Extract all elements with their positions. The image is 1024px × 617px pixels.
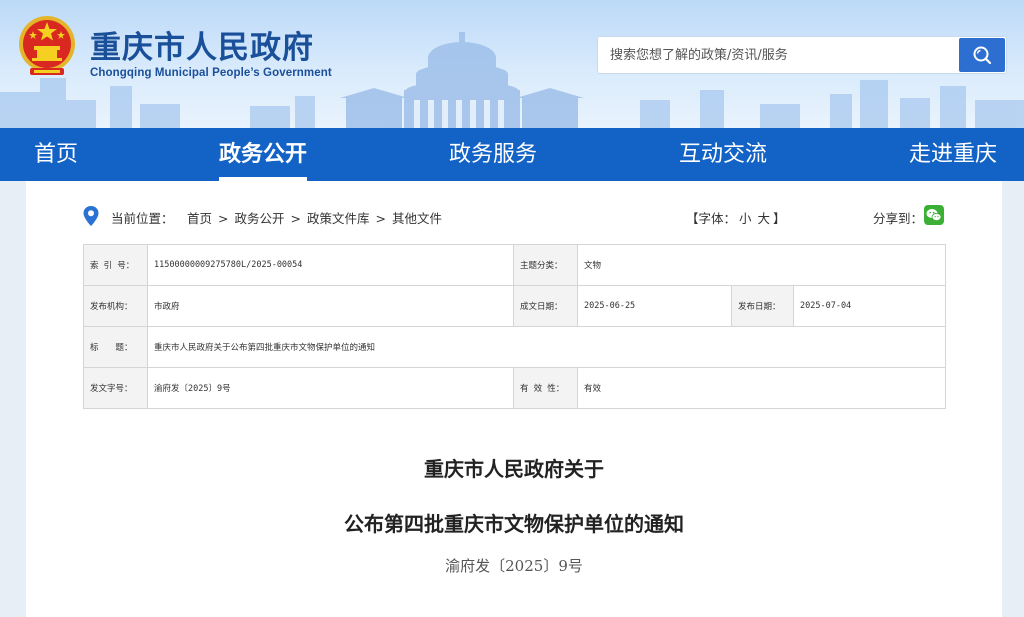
breadcrumb: 当前位置： 首页 > 政务公开 > 政策文件库 > 其他文件 【字体：小大】 分享到： bbox=[83, 205, 946, 227]
meta-index-label: 索 引 号： bbox=[83, 244, 148, 286]
table-row: 索 引 号： 11500000009275780L/2025-00054 主题分… bbox=[83, 244, 946, 286]
breadcrumb-items: 首页 > 政务公开 > 政策文件库 > 其他文件 bbox=[187, 208, 442, 227]
meta-topic-value: 文物 bbox=[577, 244, 946, 286]
font-size-large-button[interactable]: 大 bbox=[758, 211, 771, 226]
nav-item-about-chongqing[interactable]: 走进重庆 bbox=[909, 128, 997, 181]
search-button[interactable] bbox=[959, 38, 1005, 72]
meta-written-date-value: 2025-06-25 bbox=[577, 285, 732, 327]
wechat-share-icon[interactable] bbox=[924, 205, 944, 225]
nav-item-home[interactable]: 首页 bbox=[34, 128, 78, 181]
meta-topic-label: 主题分类： bbox=[513, 244, 578, 286]
meta-validity-value: 有效 bbox=[577, 367, 946, 409]
font-size-control: 【字体：小大】 bbox=[686, 208, 786, 227]
meta-published-date-value: 2025-07-04 bbox=[793, 285, 946, 327]
font-size-small-button[interactable]: 小 bbox=[739, 211, 752, 226]
search-box bbox=[597, 36, 1007, 74]
search-icon bbox=[973, 46, 992, 65]
meta-doc-number-label: 发文字号： bbox=[83, 367, 148, 409]
main-nav: 首页 政务公开 政务服务 互动交流 走进重庆 bbox=[0, 128, 1024, 181]
breadcrumb-item-other-documents[interactable]: 其他文件 bbox=[392, 211, 442, 226]
meta-issuer-value: 市政府 bbox=[147, 285, 514, 327]
font-size-prefix: 【字体： bbox=[686, 211, 737, 226]
meta-written-date-label: 成文日期： bbox=[513, 285, 578, 327]
site-subtitle: Chongqing Municipal People’s Government bbox=[90, 67, 332, 79]
table-row: 发文字号： 渝府发〔2025〕9号 有 效 性： 有效 bbox=[83, 367, 946, 409]
meta-title-value: 重庆市人民政府关于公布第四批重庆市文物保护单位的通知 bbox=[147, 326, 946, 368]
meta-validity-label: 有 效 性： bbox=[513, 367, 578, 409]
nav-item-gov-affairs-open[interactable]: 政务公开 bbox=[219, 128, 308, 181]
location-pin-icon bbox=[83, 206, 99, 226]
meta-issuer-label: 发布机构： bbox=[83, 285, 148, 327]
search-input[interactable] bbox=[598, 37, 958, 73]
breadcrumb-separator: > bbox=[290, 211, 301, 226]
document-title-line1: 重庆市人民政府关于 bbox=[424, 457, 604, 481]
breadcrumb-item-gov-affairs-open[interactable]: 政务公开 bbox=[235, 211, 285, 226]
breadcrumb-separator: > bbox=[375, 211, 386, 226]
share-label: 分享到： bbox=[873, 211, 924, 226]
nav-item-gov-services[interactable]: 政务服务 bbox=[449, 128, 537, 181]
table-row: 发布机构： 市政府 成文日期： 2025-06-25 发布日期： 2025-07… bbox=[83, 285, 946, 327]
breadcrumb-label: 当前位置： bbox=[111, 211, 174, 226]
breadcrumb-item-home[interactable]: 首页 bbox=[187, 211, 212, 226]
content-panel: 当前位置： 首页 > 政务公开 > 政策文件库 > 其他文件 【字体：小大】 分享到： 索 … bbox=[26, 181, 1002, 617]
national-emblem-icon bbox=[19, 16, 75, 75]
site-header: 重庆市人民政府 Chongqing Municipal People’s Gov… bbox=[0, 0, 1024, 128]
meta-title-label: 标 题： bbox=[83, 326, 148, 368]
meta-index-value: 11500000009275780L/2025-00054 bbox=[147, 244, 514, 286]
document-number: 渝府发〔2025〕9号 bbox=[445, 557, 583, 575]
breadcrumb-separator: > bbox=[218, 211, 229, 226]
nav-item-interaction[interactable]: 互动交流 bbox=[679, 128, 767, 181]
font-size-suffix: 】 bbox=[773, 211, 786, 226]
breadcrumb-item-policy-library[interactable]: 政策文件库 bbox=[307, 211, 370, 226]
document-title-line2: 公布第四批重庆市文物保护单位的通知 bbox=[344, 512, 684, 536]
table-row: 标 题： 重庆市人民政府关于公布第四批重庆市文物保护单位的通知 bbox=[83, 326, 946, 368]
meta-published-date-label: 发布日期： bbox=[731, 285, 794, 327]
document-meta-table: 索 引 号： 11500000009275780L/2025-00054 主题分… bbox=[83, 244, 946, 409]
meta-doc-number-value: 渝府发〔2025〕9号 bbox=[147, 367, 514, 409]
site-title[interactable]: 重庆市人民政府 bbox=[90, 22, 314, 67]
